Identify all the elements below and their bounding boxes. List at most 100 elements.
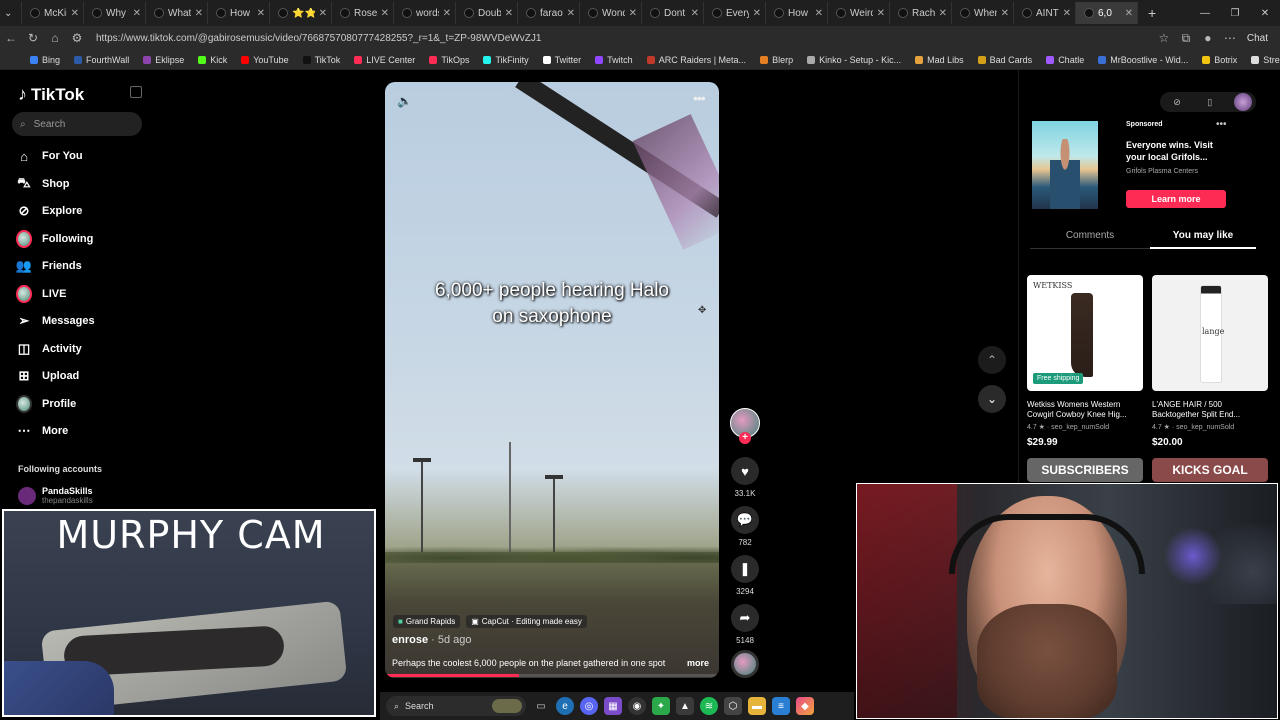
- browser-tab[interactable]: 6,0 ✕: [1076, 2, 1138, 24]
- reload-button[interactable]: ↻: [22, 31, 44, 45]
- bookmark-item[interactable]: TikFinity: [483, 55, 529, 65]
- user-avatar[interactable]: [1234, 93, 1252, 111]
- browser-tab[interactable]: What H ✕: [146, 2, 208, 24]
- previous-video-button[interactable]: ⌃: [978, 346, 1006, 374]
- save-action[interactable]: ❚ 3294: [731, 555, 759, 596]
- close-tab-icon[interactable]: ✕: [939, 8, 947, 19]
- bookmark-item[interactable]: Mad Libs: [915, 55, 964, 65]
- bookmark-item[interactable]: TikTok: [302, 55, 340, 65]
- browser-tab[interactable]: Roses A ✕: [332, 2, 394, 24]
- bookmark-item[interactable]: Bing: [30, 55, 60, 65]
- folder-icon[interactable]: ▬: [748, 697, 766, 715]
- bookmark-item[interactable]: StreamElements: [1251, 55, 1280, 65]
- bookmark-item[interactable]: Chatle: [1046, 55, 1084, 65]
- video-progress-bar[interactable]: [385, 674, 719, 677]
- share-action[interactable]: ➦ 5148: [731, 604, 759, 645]
- heart-icon[interactable]: ♥: [731, 457, 759, 485]
- browser-tab[interactable]: AINT N ✕: [1014, 2, 1076, 24]
- bookmark-item[interactable]: FourthWall: [74, 55, 129, 65]
- video-author[interactable]: enrose · 5d ago: [392, 634, 472, 646]
- edge-icon[interactable]: e: [556, 697, 574, 715]
- comment-icon[interactable]: 💬: [731, 506, 759, 534]
- close-tab-icon[interactable]: ✕: [1125, 8, 1133, 19]
- game-icon[interactable]: ▲: [676, 697, 694, 715]
- bookmark-item[interactable]: LIVE Center: [354, 55, 415, 65]
- close-tab-icon[interactable]: ✕: [443, 8, 451, 19]
- tiktok-logo[interactable]: ♪ TikTok: [18, 84, 84, 105]
- bookmark-item[interactable]: Bad Cards: [977, 55, 1032, 65]
- new-tab-button[interactable]: +: [1148, 5, 1156, 21]
- discord-icon[interactable]: ◎: [580, 697, 598, 715]
- extensions-icon[interactable]: ⧉: [1175, 31, 1197, 46]
- profile-avatar[interactable]: ●: [1197, 31, 1219, 45]
- bookmark-item[interactable]: Twitch: [595, 55, 633, 65]
- video-player[interactable]: 🔈 ••• 6,000+ people hearing Halo on saxo…: [385, 82, 719, 678]
- tab-you-may-like[interactable]: You may like: [1150, 230, 1256, 241]
- kicks-goal-card[interactable]: KICKS GOAL: [1152, 458, 1268, 482]
- bookmark-item[interactable]: Kinko - Setup - Kic...: [807, 55, 901, 65]
- music-disc-icon[interactable]: [731, 650, 759, 678]
- nav-shop[interactable]: ⛍ Shop: [16, 173, 69, 195]
- back-button[interactable]: ←: [0, 31, 22, 45]
- product-card[interactable]: lange L'ANGE HAIR / 500 Backtogether Spl…: [1152, 275, 1268, 448]
- product-card[interactable]: WETKISS Free shipping Wetkiss Womens Wes…: [1027, 275, 1143, 448]
- nav-profile[interactable]: Profile: [16, 393, 76, 415]
- next-video-button[interactable]: ⌄: [978, 385, 1006, 413]
- device-icon[interactable]: ▯: [1207, 97, 1212, 108]
- close-tab-icon[interactable]: ✕: [257, 8, 265, 19]
- share-icon[interactable]: ➦: [731, 604, 759, 632]
- nav-messages[interactable]: ➢ Messages: [16, 310, 95, 332]
- close-tab-icon[interactable]: ✕: [567, 8, 575, 19]
- nav-more[interactable]: ⋯ More: [16, 420, 69, 442]
- learn-more-button[interactable]: Learn more: [1126, 190, 1226, 208]
- subscribers-card[interactable]: SUBSCRIBERS: [1027, 458, 1143, 482]
- browser-tab[interactable]: Rachel F ✕: [890, 2, 952, 24]
- task-view-icon[interactable]: ▭: [532, 697, 550, 715]
- restore-button[interactable]: ❐: [1220, 8, 1250, 19]
- product-image[interactable]: WETKISS Free shipping: [1027, 275, 1143, 391]
- browser-tab[interactable]: faraoni ✕: [518, 2, 580, 24]
- bookmark-item[interactable]: Eklipse: [143, 55, 184, 65]
- browser-tab[interactable]: Why W ✕: [84, 2, 146, 24]
- browser-tab[interactable]: McKinl ✕: [22, 2, 84, 24]
- close-tab-icon[interactable]: ✕: [815, 8, 823, 19]
- embed-icon[interactable]: ⊘: [1173, 97, 1181, 108]
- chat-button[interactable]: Chat: [1247, 33, 1268, 44]
- location-chip[interactable]: ■ Grand Rapids: [393, 615, 461, 628]
- browser-tab[interactable]: ⭐⭐⭐ ✕: [270, 2, 332, 24]
- browser-tab[interactable]: When I ✕: [952, 2, 1014, 24]
- favorite-star-icon[interactable]: ☆: [1153, 31, 1175, 45]
- capcut-chip[interactable]: ▣ CapCut · Editing made easy: [466, 615, 587, 628]
- browser-tab[interactable]: How to ✕: [766, 2, 828, 24]
- bookmark-item[interactable]: Twitter: [542, 55, 581, 65]
- close-tab-icon[interactable]: ✕: [753, 8, 761, 19]
- bookmark-item[interactable]: MrBoostlive - Wid...: [1098, 55, 1188, 65]
- photos-icon[interactable]: ◆: [796, 697, 814, 715]
- close-tab-icon[interactable]: ✕: [71, 8, 79, 19]
- browser-tab[interactable]: Everyth ✕: [704, 2, 766, 24]
- browser-tab[interactable]: Wonde ✕: [580, 2, 642, 24]
- close-tab-icon[interactable]: ✕: [133, 8, 141, 19]
- product-image[interactable]: lange: [1152, 275, 1268, 391]
- browser-tab[interactable]: Weird C ✕: [828, 2, 890, 24]
- volume-icon[interactable]: 🔈: [397, 94, 412, 108]
- nav-explore[interactable]: ⊘ Explore: [16, 200, 83, 222]
- settings-icon[interactable]: ⬡: [724, 697, 742, 715]
- nav-live[interactable]: LIVE: [16, 283, 66, 305]
- browser-tab[interactable]: words c ✕: [394, 2, 456, 24]
- nav-for-you[interactable]: ⌂ For You: [16, 145, 82, 167]
- browser-tab[interactable]: Double ✕: [456, 2, 518, 24]
- close-tab-icon[interactable]: ✕: [505, 8, 513, 19]
- close-tab-icon[interactable]: ✕: [877, 8, 885, 19]
- minimize-button[interactable]: —: [1190, 8, 1220, 19]
- close-tab-icon[interactable]: ✕: [691, 8, 699, 19]
- bookmark-item[interactable]: TikOps: [429, 55, 469, 65]
- close-tab-icon[interactable]: ✕: [1063, 8, 1071, 19]
- following-account[interactable]: PandaSkills thepandaskills: [18, 486, 93, 505]
- ad-title[interactable]: Everyone wins. Visit your local Grifols.…: [1126, 139, 1226, 163]
- follow-plus-icon[interactable]: +: [739, 432, 751, 444]
- close-tab-icon[interactable]: ✕: [629, 8, 637, 19]
- spotify-icon[interactable]: ≋: [700, 697, 718, 715]
- like-action[interactable]: ♥ 33.1K: [731, 457, 759, 498]
- nav-activity[interactable]: ◫ Activity: [16, 338, 82, 360]
